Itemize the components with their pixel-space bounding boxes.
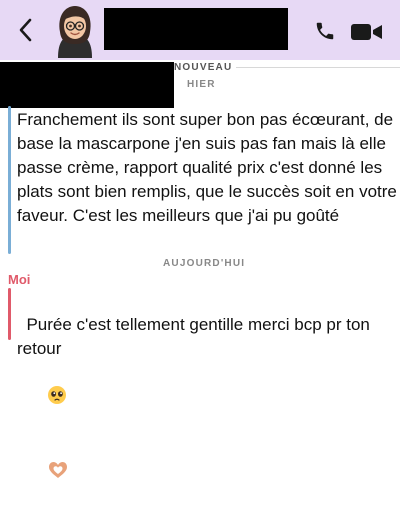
pleading-face-emoji xyxy=(28,361,67,436)
message-accent-bar xyxy=(8,288,11,340)
chat-header xyxy=(0,0,400,60)
new-messages-divider: NOUVEAU xyxy=(174,62,233,73)
phone-icon xyxy=(316,22,334,40)
new-divider-line xyxy=(236,67,400,68)
date-divider-today: AUJOURD'HUI xyxy=(163,258,246,269)
date-divider-yesterday: HIER xyxy=(187,79,216,90)
sender-name: Moi xyxy=(8,272,31,287)
message-text: Purée c'est tellement gentille merci bcp… xyxy=(17,315,375,358)
call-button[interactable] xyxy=(314,20,336,42)
message-text[interactable]: Franchement ils sont super bon pas écœur… xyxy=(17,108,397,228)
message-accent-bar xyxy=(8,106,11,254)
video-call-button[interactable] xyxy=(350,22,384,42)
back-button[interactable] xyxy=(14,16,36,44)
redacted-sender-block xyxy=(0,62,174,108)
video-camera-icon xyxy=(351,24,382,40)
redacted-contact-name xyxy=(104,8,288,50)
avatar[interactable] xyxy=(49,2,101,58)
message-text-container[interactable]: Purée c'est tellement gentille merci bcp… xyxy=(17,289,397,511)
chevron-left-icon xyxy=(19,18,32,42)
heart-hands-emoji xyxy=(28,436,69,511)
